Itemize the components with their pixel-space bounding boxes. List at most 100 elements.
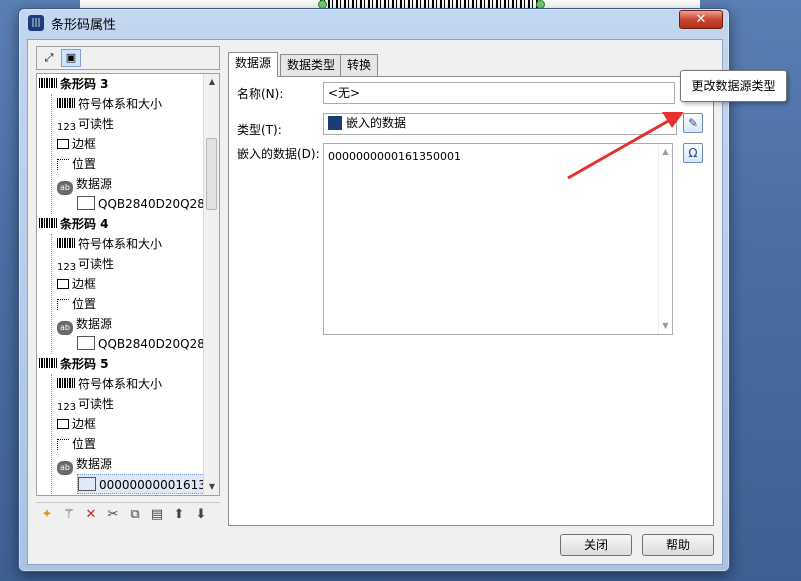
type-select[interactable]: 嵌入的数据 (323, 113, 677, 135)
tree-item-label: 位置 (72, 157, 97, 171)
digits-icon: 123 (57, 402, 77, 413)
tree-item-label: 符号体系和大小 (78, 97, 163, 111)
tree-item[interactable]: 123 可读性 (57, 114, 114, 134)
tree-item-label: QQB2840D20Q28I (98, 337, 209, 351)
tree-item[interactable]: 123 可读性 (57, 394, 114, 414)
tree-item[interactable]: QQB2840D20Q28I (77, 334, 208, 354)
scroll-thumb[interactable] (206, 138, 217, 210)
name-label: 名称(N): (237, 87, 284, 101)
tree-scrollbar[interactable]: ▲ ▼ (203, 74, 219, 495)
tree-item[interactable]: 边框 (57, 134, 96, 154)
scroll-up-icon[interactable]: ▲ (204, 74, 219, 90)
tree-item-label: 可读性 (78, 117, 115, 131)
embedded-data-value: 0000000000161350001 (328, 150, 461, 163)
tree-item[interactable]: 位置 (57, 154, 96, 174)
tree-item-label: 符号体系和大小 (78, 377, 163, 391)
tree-item-label: 数据源 (76, 177, 113, 191)
tree-view-toolbar: ⤢ ▣ (36, 46, 220, 70)
title-bar: ||| 条形码属性 ✕ (19, 9, 729, 37)
tree-group[interactable]: 条形码 5 (39, 354, 109, 374)
tree-item-label: 可读性 (78, 257, 115, 271)
tree-item-label: 可读性 (78, 397, 115, 411)
scroll-down-icon[interactable]: ▼ (659, 318, 672, 334)
tab-transform[interactable]: 转换 (340, 54, 379, 76)
special-character-button[interactable]: Ω (683, 143, 703, 163)
tree-item[interactable]: ab 数据源 (57, 174, 113, 195)
barcode-icon (57, 378, 75, 388)
change-source-type-button[interactable]: ✎ (683, 113, 703, 133)
copy-icon[interactable]: ⧉ (126, 506, 144, 524)
embedded-data-icon (328, 116, 342, 130)
scroll-up-icon[interactable]: ▲ (659, 144, 672, 160)
tree-group[interactable]: 条形码 4 (39, 214, 109, 234)
tree-group[interactable]: 条形码 3 (39, 74, 109, 94)
tree-item[interactable]: 位置 (57, 294, 96, 314)
tree-item[interactable]: 符号体系和大小 (57, 94, 162, 114)
barcode-group-icon (39, 358, 57, 368)
tree-item[interactable]: 符号体系和大小 (57, 234, 162, 254)
textarea-scrollbar[interactable]: ▲ ▼ (658, 144, 672, 334)
tree-item[interactable]: 000000000016135 (77, 474, 215, 494)
magic-wand-icon[interactable]: ⚚ (60, 506, 78, 524)
tree-item[interactable]: QQB2840D20Q28I (77, 194, 208, 214)
tree-connector (51, 94, 52, 214)
tree-connector (51, 234, 52, 354)
name-field[interactable]: <无> (323, 82, 675, 104)
tree-item-label: 位置 (72, 437, 97, 451)
delete-icon[interactable]: ✕ (82, 506, 100, 524)
tree-item[interactable]: ab 数据源 (57, 454, 113, 475)
type-label: 类型(T): (237, 123, 282, 137)
tree-item-label: 边框 (72, 277, 97, 291)
embedded-data-label: 嵌入的数据(D): (237, 147, 320, 161)
close-button[interactable]: 关闭 (560, 534, 632, 556)
tree-item[interactable]: 边框 (57, 414, 96, 434)
barcode-group-icon (39, 78, 57, 88)
tree-item-label: 条形码 4 (60, 217, 109, 231)
tree-item[interactable]: 符号体系和大小 (57, 374, 162, 394)
new-item-icon[interactable]: ✦ (38, 506, 56, 524)
embedded-data-textarea[interactable]: 0000000000161350001 ▲ ▼ (323, 143, 673, 335)
tree-item[interactable]: ab 数据源 (57, 314, 113, 335)
barcode-icon (57, 98, 75, 108)
barcode-properties-dialog: ||| 条形码属性 ✕ ⤢ ▣ 条形码 3 符号体系和大小 123 可读性 边框 位置 ab… (18, 8, 730, 572)
tree-item-label: 数据源 (76, 317, 113, 331)
tab-data-source[interactable]: 数据源 (228, 52, 279, 77)
tree-item-label: 数据源 (76, 457, 113, 471)
tree-item-label: QQB2840D20Q28I (98, 197, 209, 211)
tab-data-type[interactable]: 数据类型 (280, 54, 343, 76)
position-icon (57, 299, 69, 310)
tree-item-label: 边框 (72, 137, 97, 151)
barcode-icon (57, 238, 75, 248)
position-icon (57, 159, 69, 170)
layers-icon[interactable]: ▣ (61, 49, 81, 67)
move-down-icon[interactable]: ⬇ (192, 506, 210, 524)
barcode-app-icon: ||| (28, 15, 44, 31)
tree-item[interactable]: 123 可读性 (57, 254, 114, 274)
datasource-icon: ab (57, 181, 73, 195)
data-item-icon (78, 477, 96, 491)
tree-item-label: 000000000016135 (99, 478, 214, 492)
paste-icon[interactable]: ▤ (148, 506, 166, 524)
tree-item[interactable]: 边框 (57, 274, 96, 294)
expand-icon[interactable]: ⤢ (39, 49, 59, 67)
cut-icon[interactable]: ✂ (104, 506, 122, 524)
scroll-down-icon[interactable]: ▼ (204, 479, 219, 495)
data-item-icon (77, 336, 95, 350)
border-icon (57, 279, 69, 289)
close-window-button[interactable]: ✕ (679, 10, 723, 29)
border-icon (57, 139, 69, 149)
tree-item[interactable]: 位置 (57, 434, 96, 454)
digits-icon: 123 (57, 122, 77, 133)
barcode-group-icon (39, 218, 57, 228)
border-icon (57, 419, 69, 429)
tree-item-label: 条形码 5 (60, 357, 109, 371)
object-tree: 条形码 3 符号体系和大小 123 可读性 边框 位置 ab 数据源 QQB2840D20Q28… (36, 73, 220, 496)
data-source-panel: 名称(N): <无> 类型(T): 嵌入的数据 ✎ 嵌入的数据(D): 0000… (228, 76, 714, 526)
omega-icon: Ω (688, 146, 698, 160)
move-up-icon[interactable]: ⬆ (170, 506, 188, 524)
tree-item-label: 边框 (72, 417, 97, 431)
help-button[interactable]: 帮助 (642, 534, 714, 556)
data-item-icon (77, 196, 95, 210)
wizard-icon: ✎ (687, 116, 699, 130)
dialog-client-area: ⤢ ▣ 条形码 3 符号体系和大小 123 可读性 边框 位置 ab 数据源 QQB2840D2… (27, 39, 723, 565)
